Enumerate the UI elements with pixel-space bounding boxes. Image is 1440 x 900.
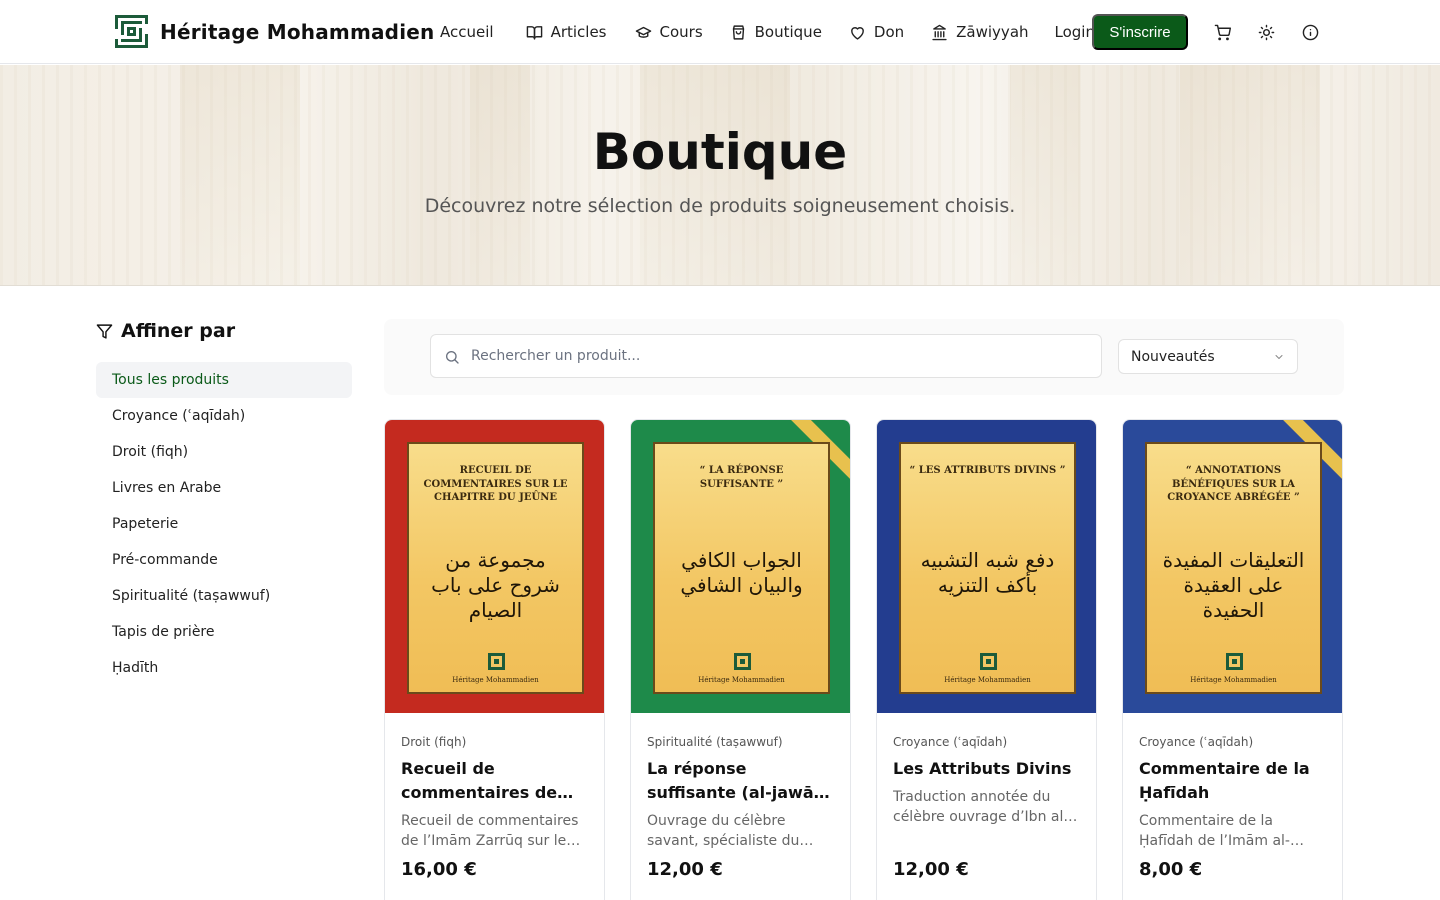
- product-title[interactable]: Recueil de commentaires de l’Imām Zarrūq: [401, 757, 590, 805]
- category-item-spiritualite[interactable]: Spiritualité (taṣawwuf): [96, 578, 352, 614]
- nav-label: Don: [873, 23, 905, 41]
- nav-label: Boutique: [754, 23, 822, 41]
- cart-icon: [1214, 24, 1231, 40]
- product-description: Recueil de commentaires de l’Imām Zarrūq…: [401, 813, 579, 849]
- product-card[interactable]: “ Les attributs divins ” دفع شبه التشبيه…: [876, 419, 1097, 900]
- product-cover-image: “ Les attributs divins ” دفع شبه التشبيه…: [877, 420, 1096, 713]
- shopping-bag-icon: [732, 24, 744, 40]
- product-card[interactable]: “ Annotations bénéfiques sur la croyance…: [1122, 419, 1343, 900]
- product-category: Croyance (ʿaqīdah): [893, 735, 1008, 749]
- cover-title: Recueil de commentaires sur le chapitre …: [423, 465, 568, 503]
- landmark-icon: [932, 24, 947, 40]
- brand-home-link[interactable]: Héritage Mohammadien: [115, 15, 434, 48]
- cover-publisher: Héritage Mohammadien: [944, 676, 1031, 684]
- kufic-square-logo: [115, 15, 148, 48]
- product-description: Commentaire de la Ḥafīdah de l’Imām al-S…: [1139, 813, 1290, 849]
- hero-banner: Boutique Découvrez notre sélection de pr…: [0, 65, 1440, 286]
- category-item-all[interactable]: Tous les produits: [96, 362, 352, 398]
- theme-toggle-button[interactable]: [1256, 22, 1276, 42]
- category-item-livres-arabe[interactable]: Livres en Arabe: [96, 470, 352, 506]
- sort-selected-value: Nouveautés: [1131, 348, 1215, 365]
- product-category: Spiritualité (taṣawwuf): [647, 735, 783, 749]
- product-cover-image: “ La réponse suffisante ” الجواب الكافي …: [631, 420, 850, 713]
- nav-accueil[interactable]: Accueil: [440, 23, 494, 41]
- category-item-hadith[interactable]: Ḥadīth: [96, 650, 352, 686]
- category-item-droit[interactable]: Droit (fiqh): [96, 434, 352, 470]
- product-title[interactable]: La réponse suffisante (al-jawāb al-kāfī): [647, 757, 836, 805]
- cover-arabic-title: مجموعة من شروح على باب الصيام: [431, 548, 560, 622]
- product-title[interactable]: Les Attributs Divins: [893, 757, 1082, 781]
- search-box: [430, 334, 1102, 378]
- publisher-logo-icon: [734, 653, 751, 670]
- book-open-icon: [526, 25, 542, 40]
- cover-arabic-title: الجواب الكافي والبيان الشافي: [680, 548, 803, 597]
- product-price: 16,00 €: [401, 859, 477, 880]
- nav-zawiyyah[interactable]: Zāwiyyah: [931, 23, 1029, 41]
- sun-icon: [1258, 24, 1274, 40]
- category-item-papeterie[interactable]: Papeterie: [96, 506, 352, 542]
- top-navbar: Héritage Mohammadien Accueil Articles Co…: [0, 0, 1440, 64]
- product-price: 12,00 €: [893, 859, 969, 880]
- info-icon: [1302, 24, 1318, 40]
- publisher-logo-icon: [980, 653, 997, 670]
- nav-label: Zāwiyyah: [956, 23, 1029, 41]
- nav-don[interactable]: Don: [849, 23, 904, 41]
- filter-icon: [96, 323, 113, 339]
- cover-publisher: Héritage Mohammadien: [698, 676, 785, 684]
- product-category: Droit (fiqh): [401, 735, 467, 749]
- product-toolbar: Nouveautés: [384, 319, 1344, 395]
- publisher-logo-icon: [1226, 653, 1243, 670]
- chevron-down-icon: [1275, 355, 1283, 359]
- cover-publisher: Héritage Mohammadien: [1190, 676, 1277, 684]
- nav-label: Cours: [659, 23, 703, 41]
- search-input[interactable]: [471, 335, 1091, 377]
- nav-boutique[interactable]: Boutique: [730, 23, 822, 41]
- main-nav: Accueil Articles Cours Boutique Don Zāwi…: [440, 0, 1095, 64]
- filter-header: Affiner par: [96, 320, 235, 342]
- graduation-cap-icon: [635, 26, 651, 38]
- nav-label: Login: [1054, 23, 1095, 41]
- category-list: Tous les produits Croyance (ʿaqīdah) Dro…: [96, 362, 352, 686]
- signup-button[interactable]: S'inscrire: [1092, 14, 1188, 50]
- sort-select[interactable]: Nouveautés: [1118, 339, 1298, 374]
- heart-icon: [851, 26, 864, 40]
- cover-title: “ Annotations bénéfiques sur la croyance…: [1167, 465, 1300, 503]
- cover-publisher: Héritage Mohammadien: [452, 676, 539, 684]
- publisher-logo-icon: [488, 653, 505, 670]
- product-title[interactable]: Commentaire de la Ḥafīdah: [1139, 757, 1328, 805]
- product-price: 8,00 €: [1139, 859, 1203, 880]
- product-category: Croyance (ʿaqīdah): [1139, 735, 1254, 749]
- nav-cours[interactable]: Cours: [635, 23, 703, 41]
- page-title: Boutique: [592, 123, 848, 181]
- search-icon: [446, 351, 459, 364]
- category-item-tapis[interactable]: Tapis de prière: [96, 614, 352, 650]
- info-button[interactable]: [1300, 22, 1320, 42]
- cover-title: “ La réponse suffisante ”: [699, 465, 784, 490]
- product-description: Ouvrage du célèbre savant, spécialiste d…: [647, 813, 800, 849]
- page-subtitle: Découvrez notre sélection de produits so…: [424, 195, 1016, 217]
- brand-name: Héritage Mohammadien: [160, 19, 435, 44]
- category-item-croyance[interactable]: Croyance (ʿaqīdah): [96, 398, 352, 434]
- product-price: 12,00 €: [647, 859, 723, 880]
- product-cover-image: “ Annotations bénéfiques sur la croyance…: [1123, 420, 1342, 713]
- filter-title: Affiner par: [121, 320, 236, 342]
- product-cover-image: Recueil de commentaires sur le chapitre …: [385, 420, 604, 713]
- nav-login[interactable]: Login: [1055, 23, 1095, 41]
- category-item-pre-commande[interactable]: Pré-commande: [96, 542, 352, 578]
- nav-label: Articles: [550, 23, 607, 41]
- nav-articles[interactable]: Articles: [526, 23, 607, 41]
- product-card[interactable]: “ La réponse suffisante ” الجواب الكافي …: [630, 419, 851, 900]
- nav-label: Accueil: [440, 23, 494, 41]
- product-description: Traduction annotée du célèbre ouvrage d’…: [893, 789, 1069, 825]
- cover-title: “ Les attributs divins ”: [909, 465, 1066, 476]
- cover-arabic-title: التعليقات المفيدة على العقيدة الحفيدة: [1162, 548, 1305, 622]
- product-card[interactable]: Recueil de commentaires sur le chapitre …: [384, 419, 605, 900]
- cover-arabic-title: دفع شبه التشبيه بأكف التنزيه: [920, 548, 1055, 597]
- cart-button[interactable]: [1212, 22, 1232, 42]
